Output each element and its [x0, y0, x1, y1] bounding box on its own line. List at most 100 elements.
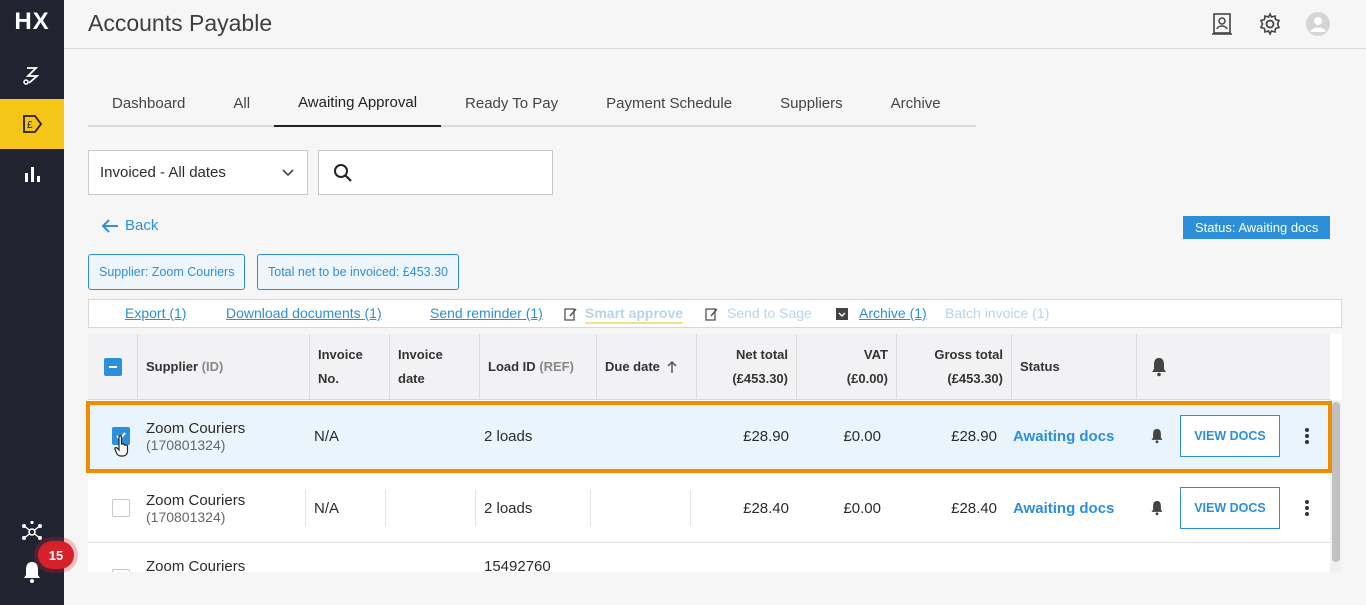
bell-icon: [1151, 501, 1163, 516]
bell-icon: [24, 562, 40, 583]
bar-chart-icon: [25, 167, 40, 182]
kebab-menu-icon: [1305, 500, 1309, 516]
select-all-checkbox[interactable]: [103, 358, 122, 376]
header-net-total[interactable]: Net total (£453.30): [697, 334, 797, 400]
view-docs-button[interactable]: VIEW DOCS: [1180, 487, 1280, 529]
table-row[interactable]: Zoom Couriers (170801324) N/A 2 loads £2…: [88, 473, 1330, 543]
gross-total-cell: £28.40: [951, 499, 997, 517]
table-scrollbar[interactable]: [1330, 400, 1342, 572]
send-to-sage-button[interactable]: Send to Sage: [727, 305, 812, 321]
supplier-cell: Zoom Couriers: [146, 558, 246, 572]
minus-icon: [108, 366, 117, 368]
invoice-no-cell: N/A: [306, 490, 386, 526]
invoice-no-cell: N/A: [314, 427, 340, 445]
search-icon: [334, 164, 352, 182]
header-vat[interactable]: VAT (£0.00): [797, 334, 897, 400]
row-checkbox[interactable]: [112, 499, 130, 517]
app-logo[interactable]: HX: [0, 8, 64, 36]
header-due-date[interactable]: Due date: [597, 334, 697, 400]
vat-cell: £0.00: [843, 499, 881, 517]
download-documents-link[interactable]: Download documents (1): [226, 305, 382, 321]
send-reminder-bell[interactable]: [1142, 473, 1172, 543]
tab-dashboard[interactable]: Dashboard: [88, 80, 209, 127]
header-gross-total[interactable]: Gross total (£453.30): [897, 334, 1012, 400]
send-reminder-bell[interactable]: [1142, 401, 1172, 471]
search-input[interactable]: [318, 150, 553, 195]
user-avatar-icon[interactable]: [1305, 11, 1331, 37]
scrollbar-thumb[interactable]: [1332, 402, 1340, 562]
chevron-down-icon: [282, 169, 294, 177]
status-badge: Status: Awaiting docs: [1183, 216, 1331, 239]
view-docs-button[interactable]: VIEW DOCS: [1180, 415, 1280, 457]
load-id-cell[interactable]: 2 loads: [476, 401, 593, 471]
header-reminder: [1137, 334, 1330, 400]
send-reminder-link[interactable]: Send reminder (1): [430, 305, 543, 321]
tab-awaiting-approval[interactable]: Awaiting Approval: [274, 80, 442, 127]
row-more-menu[interactable]: [1296, 473, 1320, 543]
header-load-id[interactable]: Load ID (REF): [480, 334, 597, 400]
notification-count-badge[interactable]: 15: [38, 541, 74, 569]
due-date-cell: [591, 490, 691, 526]
kebab-menu-icon: [1305, 428, 1309, 444]
page-title: Accounts Payable: [88, 10, 273, 36]
tab-ready-to-pay[interactable]: Ready To Pay: [441, 80, 582, 127]
table-header: Supplier (ID) Invoice No. Invoice date Loa…: [88, 334, 1330, 400]
contacts-icon[interactable]: [1209, 11, 1235, 37]
tab-suppliers[interactable]: Suppliers: [756, 80, 867, 127]
load-id-cell[interactable]: 15492760: [476, 543, 593, 572]
gross-total-cell: £28.90: [951, 427, 997, 445]
tab-payment-schedule[interactable]: Payment Schedule: [582, 80, 756, 127]
view-docs-cell: VIEW DOCS: [1172, 473, 1296, 543]
sidebar-item-accounts-payable[interactable]: £: [0, 99, 64, 149]
sidebar-item-workflow[interactable]: [0, 50, 64, 100]
tab-archive[interactable]: Archive: [867, 80, 965, 127]
hand-pointer-cursor-icon: [114, 435, 129, 457]
net-total-cell: £28.40: [743, 499, 789, 517]
row-more-menu[interactable]: [1296, 401, 1320, 471]
supplier-filter-chip[interactable]: Supplier: Zoom Couriers: [88, 254, 246, 290]
net-total-cell: £28.90: [743, 427, 789, 445]
back-label: Back: [125, 217, 159, 234]
row-checkbox-cell: [104, 543, 138, 572]
smart-approve-button[interactable]: Smart approve: [585, 305, 684, 324]
date-filter-value: Invoiced - All dates: [100, 164, 226, 181]
archive-link[interactable]: Archive (1): [859, 305, 927, 321]
supplier-cell: Zoom Couriers (170801324): [138, 490, 306, 526]
row-checkbox[interactable]: [112, 569, 130, 572]
status-cell[interactable]: Awaiting docs: [1005, 401, 1135, 471]
tab-bar: Dashboard All Awaiting Approval Ready To…: [88, 80, 976, 127]
load-id-cell[interactable]: 2 loads: [476, 490, 591, 526]
header-status[interactable]: Status: [1012, 334, 1137, 400]
select-all-cell: [88, 334, 138, 400]
edit-note-icon: [705, 308, 718, 321]
bell-icon: [1151, 429, 1163, 444]
row-checkbox-cell: [104, 473, 138, 543]
table-row[interactable]: Zoom Couriers 15492760: [88, 543, 1330, 572]
settings-gear-icon[interactable]: [1257, 11, 1283, 37]
header-supplier[interactable]: Supplier (ID): [138, 334, 310, 400]
sort-arrow-up-icon: [667, 360, 677, 373]
header-invoice-date[interactable]: Invoice date: [390, 334, 480, 400]
archive-box-icon: [836, 308, 848, 320]
bell-icon: [1152, 358, 1166, 377]
bulk-action-bar: Export (1) Download documents (1) Send r…: [88, 299, 1342, 328]
arrow-left-icon: [101, 218, 118, 233]
row-checkbox-cell: [104, 401, 138, 471]
date-filter-select[interactable]: Invoiced - All dates: [88, 150, 308, 195]
sidebar: HX £ 15: [0, 0, 74, 605]
back-link[interactable]: Back: [101, 217, 158, 234]
header-invoice-no[interactable]: Invoice No.: [310, 334, 390, 400]
table-row[interactable]: Zoom Couriers (170801324) N/A 2 loads £2…: [88, 401, 1330, 471]
total-net-chip: Total net to be invoiced: £453.30: [257, 254, 459, 290]
invoices-table: Supplier (ID) Invoice No. Invoice date Loa…: [88, 334, 1342, 572]
invoice-date-cell: [386, 490, 476, 526]
export-link[interactable]: Export (1): [125, 305, 186, 321]
status-cell[interactable]: Awaiting docs: [1005, 473, 1135, 543]
tab-all[interactable]: All: [209, 80, 274, 127]
batch-invoice-button[interactable]: Batch invoice (1): [945, 305, 1049, 321]
sidebar-item-reports[interactable]: [0, 149, 64, 199]
workflow-icon: [23, 67, 40, 85]
view-docs-cell: VIEW DOCS: [1172, 401, 1296, 471]
supplier-cell: Zoom Couriers (170801324): [146, 419, 246, 453]
edit-note-icon: [564, 308, 577, 321]
